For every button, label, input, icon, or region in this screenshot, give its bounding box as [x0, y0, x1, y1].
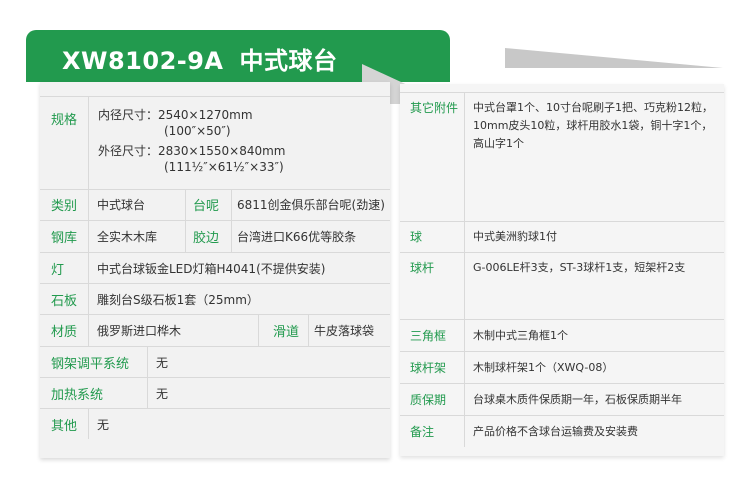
cushion-label: 胶边: [185, 221, 231, 252]
heating-label: 加热系统: [51, 387, 104, 403]
slate-row: 石板 雕刻台S级石板1套（25mm）: [40, 284, 390, 315]
frame-row: 钢库 全实木木库 胶边 台湾进口K66优等胶条: [40, 221, 390, 253]
balls-label: 球: [410, 230, 423, 244]
warranty-row: 质保期 台球桌木质件保质期一年，石板保质期半年: [400, 384, 724, 416]
model-number: XW8102-9A: [62, 47, 224, 75]
heating-value: 无: [147, 378, 390, 408]
cloth-value: 6811创金俱乐部台呢(劲速): [231, 189, 390, 220]
other-value: 无: [88, 409, 390, 439]
frame-label: 钢库: [51, 231, 78, 246]
pocket-label: 滑道: [258, 315, 308, 346]
inner-size-label: 内径尺寸：: [98, 108, 159, 122]
triangle-value: 木制中式三角框1个: [464, 320, 724, 351]
other-row: 其他 无: [40, 409, 390, 439]
light-value: 中式台球钣金LED灯箱H4041(不提供安装): [88, 253, 390, 283]
spec-row: 规格 内径尺寸：2540×1270mm (100″×50″) 外径尺寸：2830…: [40, 96, 390, 190]
remarks-row: 备注 产品价格不含球台运输费及安装费: [400, 416, 724, 447]
product-name: 中式球台: [239, 47, 338, 75]
accessories-label: 其它附件: [410, 101, 459, 115]
slate-label: 石板: [51, 293, 78, 309]
spec-label: 规格: [51, 113, 78, 128]
cues-row: 球杆 G-006LE杆3支，ST-3球杆1支，短架杆2支: [400, 253, 724, 320]
balls-value: 中式美洲豹球1付: [464, 221, 724, 252]
remarks-value: 产品价格不含球台运输费及安装费: [464, 416, 724, 447]
light-label: 灯: [51, 262, 65, 278]
heating-row: 加热系统 无: [40, 378, 390, 409]
cushion-value: 台湾进口K66优等胶条: [231, 221, 390, 252]
light-row: 灯 中式台球钣金LED灯箱H4041(不提供安装): [40, 253, 390, 284]
triangle-row: 三角框 木制中式三角框1个: [400, 320, 724, 352]
warranty-value: 台球桌木质件保质期一年，石板保质期半年: [464, 384, 724, 415]
material-value: 俄罗斯进口桦木: [88, 315, 258, 346]
accessories-row: 其它附件 中式台罩1个、10寸台呢刷子1把、巧克粉12粒，10mm皮头10粒，球…: [400, 92, 724, 222]
cues-value: G-006LE杆3支，ST-3球杆1支，短架杆2支: [464, 253, 724, 319]
material-row: 材质 俄罗斯进口桦木 滑道 牛皮落球袋: [40, 315, 390, 347]
outer-size-label: 外径尺寸：: [98, 144, 159, 158]
outer-size-mm: 2830×1550×840mm: [158, 144, 286, 158]
spec-values: 内径尺寸：2540×1270mm (100″×50″) 外径尺寸：2830×15…: [98, 107, 286, 175]
warranty-label: 质保期: [410, 393, 447, 407]
leveling-value: 无: [147, 347, 390, 377]
slate-value: 雕刻台S级石板1套（25mm）: [88, 284, 390, 314]
title-banner: XW8102-9A 中式球台: [26, 30, 450, 82]
balls-row: 球 中式美洲豹球1付: [400, 221, 724, 253]
category-label: 类别: [51, 199, 78, 214]
outer-size-in: (111½″×61½″×33″): [164, 160, 284, 174]
accessories-value: 中式台罩1个、10寸台呢刷子1把、巧克粉12粒，10mm皮头10粒，球杆用胶水1…: [464, 93, 724, 221]
cue-rack-row: 球杆架 木制球杆架1个（XWQ-08）: [400, 352, 724, 384]
category-value: 中式球台: [88, 189, 185, 220]
cue-rack-value: 木制球杆架1个（XWQ-08）: [464, 352, 724, 383]
inner-size-in: (100″×50″): [164, 124, 231, 138]
spec-table-right: 其它附件 中式台罩1个、10寸台呢刷子1把、巧克粉12粒，10mm皮头10粒，球…: [400, 84, 724, 456]
material-label: 材质: [51, 325, 78, 340]
triangle-label: 三角框: [410, 329, 447, 343]
cloth-label: 台呢: [185, 189, 231, 220]
spec-table-left: 规格 内径尺寸：2540×1270mm (100″×50″) 外径尺寸：2830…: [40, 82, 390, 458]
other-label: 其他: [51, 418, 78, 434]
frame-value: 全实木木库: [88, 221, 185, 252]
leveling-row: 钢架调平系统 无: [40, 347, 390, 378]
leveling-label: 钢架调平系统: [51, 356, 130, 372]
remarks-label: 备注: [410, 425, 435, 439]
cue-rack-label: 球杆架: [410, 361, 447, 375]
inner-size-mm: 2540×1270mm: [158, 108, 253, 122]
page-title: XW8102-9A 中式球台: [62, 41, 354, 76]
pocket-value: 牛皮落球袋: [308, 315, 390, 346]
page-fold-shadow: [505, 48, 723, 68]
category-row: 类别 中式球台 台呢 6811创金俱乐部台呢(劲速): [40, 189, 390, 221]
cues-label: 球杆: [410, 261, 435, 275]
